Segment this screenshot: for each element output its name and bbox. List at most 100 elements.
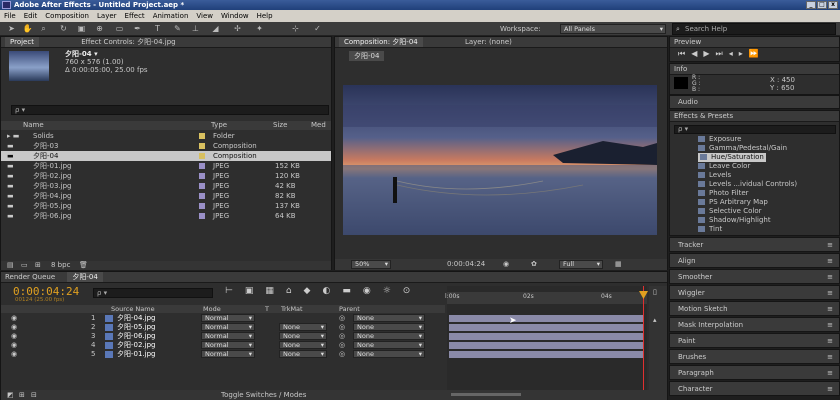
zoom-slider[interactable]: [451, 393, 521, 396]
menu-layer[interactable]: Layer: [93, 10, 121, 22]
footer-icon-2[interactable]: ⊞: [19, 390, 25, 400]
panel-menu-icon[interactable]: ≡: [827, 270, 833, 285]
col-mode[interactable]: Mode: [203, 305, 221, 313]
panel-mask-interpolation[interactable]: Mask Interpolation ≡: [669, 317, 840, 332]
panel-menu-icon[interactable]: ≡: [827, 238, 833, 253]
project-item[interactable]: ▬ 夕阳-03 Composition: [1, 141, 331, 151]
text-tool-icon[interactable]: T: [152, 24, 163, 34]
project-item[interactable]: ▬ 夕阳-04.jpg JPEG 82 KB: [1, 191, 331, 201]
layer-name[interactable]: 夕阳-02.jpg: [117, 341, 156, 350]
tab-layer[interactable]: Layer: (none): [425, 38, 512, 46]
hand-tool-icon[interactable]: ✋: [22, 24, 33, 34]
layer-name[interactable]: 夕阳-01.jpg: [117, 350, 156, 359]
visibility-eye-icon[interactable]: ◉: [11, 332, 17, 341]
zoom-tool-icon[interactable]: ⌕: [38, 24, 49, 34]
panel-menu-icon[interactable]: ≡: [827, 334, 833, 349]
menu-window[interactable]: Window: [217, 10, 253, 22]
layer-parent-dropdown[interactable]: None: [353, 350, 425, 358]
layer-parent-dropdown[interactable]: None: [353, 323, 425, 331]
effect-item[interactable]: Hue/Saturation: [698, 153, 766, 162]
snapshot-icon[interactable]: ◉: [503, 260, 509, 268]
close-button[interactable]: x: [828, 1, 838, 9]
effect-item[interactable]: PS Arbitrary Map: [698, 198, 768, 207]
visibility-eye-icon[interactable]: ◉: [11, 341, 17, 350]
visibility-eye-icon[interactable]: ◉: [11, 314, 17, 323]
pickwhip-icon[interactable]: ◎: [339, 350, 345, 359]
visibility-eye-icon[interactable]: ◉: [11, 350, 17, 359]
panel-wiggler[interactable]: Wiggler ≡: [669, 285, 840, 300]
panel-menu-icon[interactable]: ≡: [827, 286, 833, 301]
timeline-layer-row[interactable]: ◉ 3 夕阳-06.jpg Normal None ◎ None: [1, 332, 445, 341]
layer-duration-bar[interactable]: [449, 342, 643, 349]
panel-tracker[interactable]: Tracker ≡: [669, 237, 840, 252]
bpc-label[interactable]: 8 bpc: [51, 261, 70, 270]
panel-motion-sketch[interactable]: Motion Sketch ≡: [669, 301, 840, 316]
layer-duration-bar[interactable]: [449, 315, 643, 322]
menu-edit[interactable]: Edit: [20, 10, 42, 22]
clone-tool-icon[interactable]: ⊥: [190, 24, 201, 34]
label-color[interactable]: [199, 213, 205, 219]
panel-menu-icon[interactable]: ≡: [827, 350, 833, 365]
project-search-input[interactable]: ρ ▾: [11, 105, 329, 115]
layer-mode-dropdown[interactable]: Normal: [201, 341, 255, 349]
col-source-name[interactable]: Source Name: [111, 305, 155, 313]
panel-menu-icon[interactable]: ≡: [827, 318, 833, 333]
pickwhip-icon[interactable]: ◎: [339, 314, 345, 323]
layer-duration-bar[interactable]: [449, 333, 643, 340]
timeline-graph-area[interactable]: l:00s 02s 04s ➤: [445, 286, 648, 398]
project-item[interactable]: ▬ 夕阳-06.jpg JPEG 64 KB: [1, 211, 331, 221]
label-color[interactable]: [199, 173, 205, 179]
time-ruler[interactable]: l:00s 02s 04s: [445, 292, 647, 304]
playhead-line[interactable]: [643, 286, 644, 398]
menu-file[interactable]: File: [0, 10, 20, 22]
layer-mode-dropdown[interactable]: Normal: [201, 314, 255, 322]
label-color[interactable]: [199, 183, 205, 189]
comp-chip[interactable]: 夕阳-04: [349, 51, 385, 61]
label-color[interactable]: [199, 153, 205, 159]
col-trkmat[interactable]: TrkMat: [281, 305, 303, 313]
col-parent[interactable]: Parent: [339, 305, 360, 313]
trash-icon[interactable]: 🗑: [79, 261, 88, 270]
interpret-footage-icon[interactable]: ▤: [7, 261, 14, 270]
effect-item[interactable]: Gamma/Pedestal/Gain: [698, 144, 787, 153]
eraser-tool-icon[interactable]: ◢: [210, 24, 221, 34]
workspace-dropdown[interactable]: All Panels: [560, 24, 666, 34]
layer-name[interactable]: 夕阳-06.jpg: [117, 332, 156, 341]
panel-brushes[interactable]: Brushes ≡: [669, 349, 840, 364]
project-item[interactable]: ▬ 夕阳-01.jpg JPEG 152 KB: [1, 161, 331, 171]
audio-panel[interactable]: Audio: [669, 95, 840, 109]
maximize-button[interactable]: □: [817, 1, 827, 9]
timeline-layer-row[interactable]: ◉ 2 夕阳-05.jpg Normal None ◎ None: [1, 323, 445, 332]
layer-name[interactable]: 夕阳-04.jpg: [117, 314, 156, 323]
effect-item[interactable]: Levels ...ividual Controls): [698, 180, 797, 189]
panel-paragraph[interactable]: Paragraph ≡: [669, 365, 840, 380]
layer-parent-dropdown[interactable]: None: [353, 341, 425, 349]
layer-trkmat-dropdown[interactable]: None: [279, 341, 327, 349]
brush-tool-icon[interactable]: ✎: [172, 24, 183, 34]
comp-viewer[interactable]: [343, 85, 657, 235]
camera-tool-icon[interactable]: ▣: [76, 24, 87, 34]
visibility-eye-icon[interactable]: ◉: [11, 323, 17, 332]
comp-marker-icon[interactable]: ▯: [653, 288, 657, 296]
tab-effect-controls[interactable]: Effect Controls: 夕阳-04.jpg: [41, 38, 175, 46]
new-folder-icon[interactable]: ▭: [21, 261, 28, 270]
search-help-input[interactable]: Search Help: [672, 23, 836, 35]
mask-tool-icon[interactable]: ▭: [114, 24, 125, 34]
col-size[interactable]: Size: [273, 121, 287, 130]
menu-help[interactable]: Help: [253, 10, 277, 22]
region-icon[interactable]: ▦: [615, 260, 622, 268]
panel-paint[interactable]: Paint ≡: [669, 333, 840, 348]
layer-trkmat-dropdown[interactable]: None: [279, 323, 327, 331]
label-color[interactable]: [199, 143, 205, 149]
effect-item[interactable]: Exposure: [698, 135, 741, 144]
effect-item[interactable]: Tint: [698, 225, 722, 234]
menu-view[interactable]: View: [192, 10, 217, 22]
timeline-layer-row[interactable]: ◉ 1 夕阳-04.jpg Normal ◎ None: [1, 314, 445, 323]
layer-name[interactable]: 夕阳-05.jpg: [117, 323, 156, 332]
scroll-up-icon[interactable]: ▴: [653, 316, 657, 324]
panel-menu-icon[interactable]: ≡: [827, 382, 833, 397]
footer-icon-3[interactable]: ⊟: [31, 390, 37, 400]
layer-parent-dropdown[interactable]: None: [353, 332, 425, 340]
new-comp-icon[interactable]: ⊞: [35, 261, 41, 270]
panel-character[interactable]: Character ≡: [669, 381, 840, 396]
